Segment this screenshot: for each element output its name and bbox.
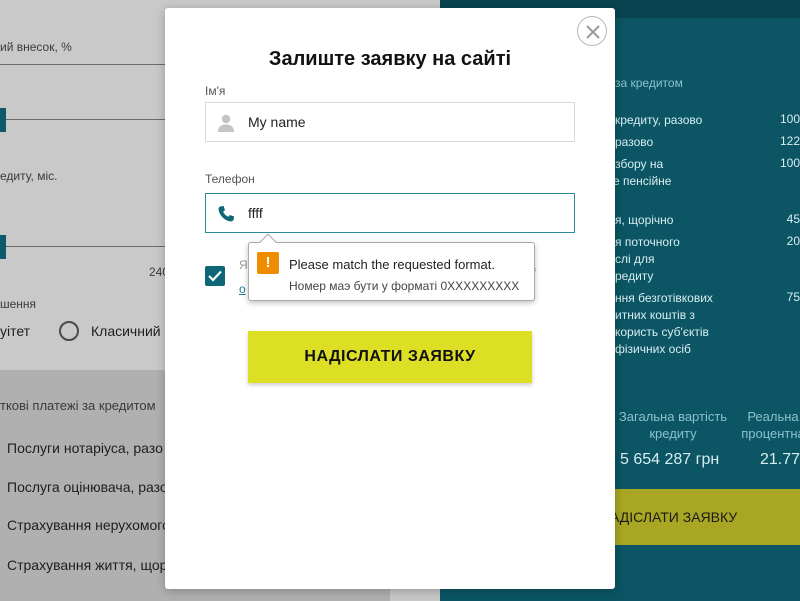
- phone-field[interactable]: [205, 193, 575, 233]
- results-row-label: я, щорічно: [615, 213, 674, 227]
- validation-tooltip: ! Please match the requested format. Ном…: [248, 233, 535, 301]
- contribution-label: ий внесок, %: [0, 40, 72, 54]
- real-rate-label: Реальна процентна: [741, 409, 800, 441]
- term-slider-thumb[interactable]: [0, 235, 6, 259]
- modal-title: Залиште заявку на сайті: [268, 48, 512, 70]
- results-row-label: я поточного слі для редиту: [615, 235, 680, 283]
- results-row-label: ння безготівкових итних коштів з користь…: [615, 291, 713, 356]
- payment-item: Послуги нотаріуса, разо: [7, 440, 163, 456]
- background-submit-label: АДІСЛАТИ ЗАЯВКУ: [610, 509, 738, 525]
- consent-text: Я: [239, 258, 248, 272]
- consent-link[interactable]: о: [239, 282, 246, 296]
- phone-label: Телефон: [205, 172, 255, 186]
- submit-button[interactable]: НАДІСЛАТИ ЗАЯВКУ: [248, 331, 532, 383]
- user-icon: [218, 114, 234, 132]
- real-rate-value: 21.77: [760, 451, 800, 468]
- results-row-value: 122: [779, 134, 800, 148]
- results-row-value: 75: [786, 290, 800, 304]
- phone-icon: [218, 206, 234, 222]
- radio-classic-label[interactable]: Класичний: [91, 323, 161, 339]
- total-cost-label: Загальна вартість кредиту: [618, 409, 728, 441]
- results-row-value: 100: [779, 112, 800, 126]
- radio-classic[interactable]: [59, 321, 79, 341]
- payment-item: Послуга оцінювача, разо: [7, 479, 168, 495]
- term-label: едиту, міс.: [0, 169, 58, 183]
- results-row-value: 20: [786, 234, 800, 248]
- scheme-label: шення: [0, 297, 37, 311]
- term-slider-track[interactable]: [0, 246, 165, 247]
- name-input[interactable]: [248, 112, 558, 132]
- payment-item: Страхування нерухомого: [7, 517, 170, 533]
- results-row-label: разово: [615, 135, 654, 149]
- results-heading: за кредитом: [615, 76, 683, 90]
- tooltip-message: Номер маэ бути у форматі 0XXXXXXXXX: [289, 279, 520, 293]
- consent-checkbox[interactable]: [205, 266, 225, 286]
- radio-annuity-label[interactable]: уітет: [0, 323, 30, 339]
- checkmark-icon: [208, 270, 222, 282]
- phone-input[interactable]: [248, 203, 558, 223]
- close-icon: [586, 25, 600, 39]
- warning-icon: !: [257, 252, 279, 274]
- total-cost-value: 5 654 287 грн: [620, 451, 720, 468]
- payments-heading: ткові платежі за кредитом: [0, 398, 156, 413]
- name-label: Ім'я: [205, 84, 226, 98]
- results-row-value: 45: [786, 212, 800, 226]
- close-button[interactable]: [577, 16, 607, 46]
- results-row-label: кредиту, разово: [615, 113, 703, 127]
- background-submit-button[interactable]: АДІСЛАТИ ЗАЯВКУ: [600, 489, 800, 545]
- contribution-slider-track[interactable]: [0, 119, 165, 120]
- tooltip-title: Please match the requested format.: [289, 257, 495, 272]
- submit-button-label: НАДІСЛАТИ ЗАЯВКУ: [304, 348, 476, 365]
- name-field[interactable]: [205, 102, 575, 142]
- contribution-slider-thumb[interactable]: [0, 108, 6, 132]
- results-row-value: 100: [779, 156, 800, 170]
- payment-item: Страхування життя, щор: [7, 557, 168, 573]
- contribution-divider: [0, 64, 165, 65]
